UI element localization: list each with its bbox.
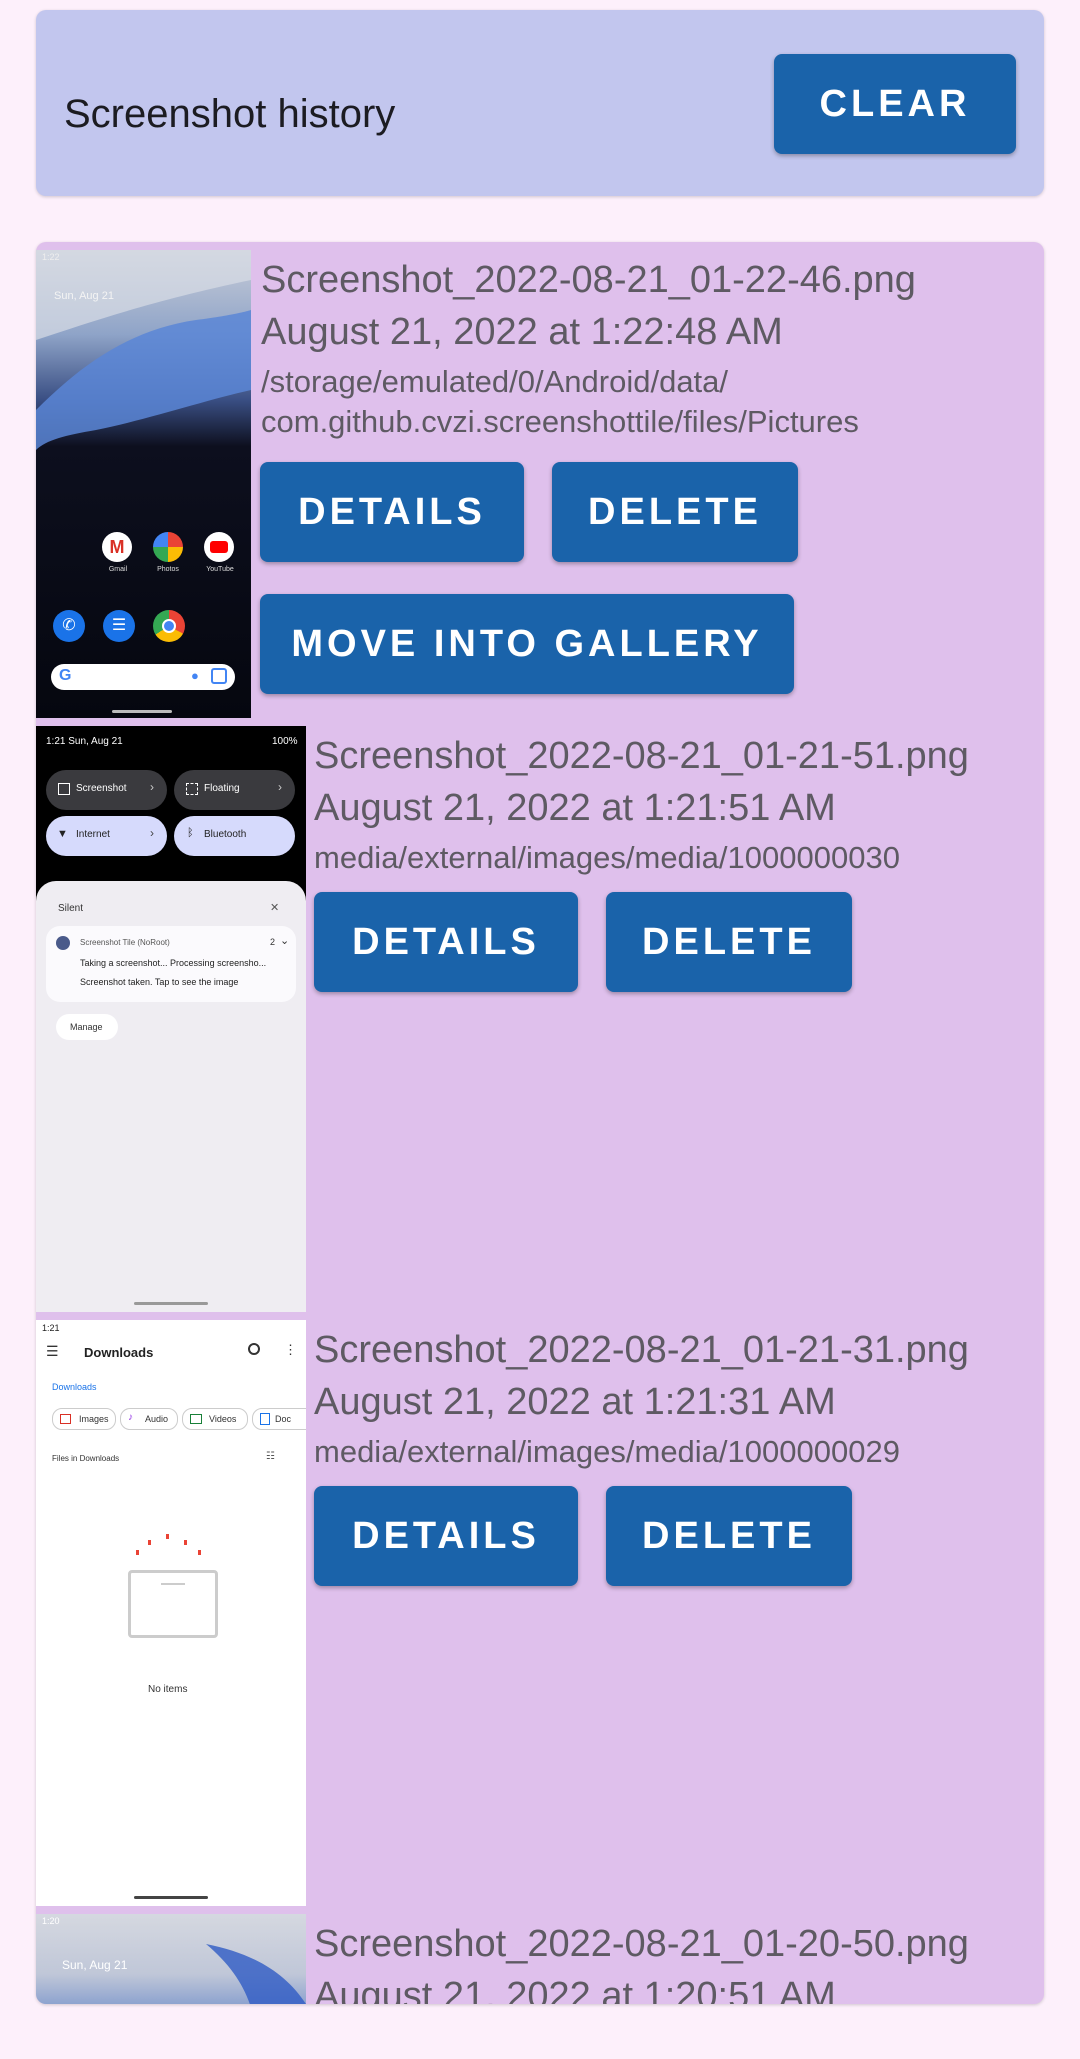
- status-time: 1:21: [42, 1323, 60, 1333]
- empty-folder-icon: [128, 1570, 218, 1638]
- file-path: /storage/emulated/0/Android/data/: [261, 364, 729, 399]
- phone-icon: ✆: [53, 610, 85, 642]
- chevron-right-icon: ›: [150, 826, 154, 840]
- search-bar: G ●: [51, 664, 235, 690]
- file-date: August 21, 2022 at 1:21:31 AM: [314, 1381, 836, 1423]
- tile-internet: ▼ Internet ›: [46, 816, 167, 856]
- gmail-icon: M: [102, 532, 132, 562]
- photos-icon: [153, 532, 183, 562]
- video-icon: [190, 1414, 202, 1424]
- page-title: Screenshot history: [64, 92, 396, 136]
- battery-level: 100%: [272, 736, 298, 747]
- wallpaper-art: [36, 250, 251, 450]
- filter-chip-videos: Videos: [182, 1408, 248, 1430]
- nav-handle: [112, 710, 172, 713]
- nav-handle: [134, 1302, 208, 1305]
- app-label: Gmail: [108, 566, 128, 573]
- details-button[interactable]: DETAILS: [260, 462, 524, 562]
- file-date: August 21, 2022 at 1:20:51 AM: [314, 1975, 836, 2004]
- close-icon: ✕: [270, 902, 280, 914]
- item-info: Screenshot_2022-08-21_01-20-50.png Augus…: [314, 1918, 969, 2004]
- manage-chip: Manage: [56, 1014, 118, 1040]
- file-path: media/external/images/media/1000000029: [314, 1434, 900, 1469]
- item-info: Screenshot_2022-08-21_01-21-51.png Augus…: [314, 730, 969, 878]
- youtube-icon: [204, 532, 234, 562]
- empty-state-text: No items: [148, 1684, 188, 1695]
- file-name: Screenshot_2022-08-21_01-20-50.png: [314, 1923, 969, 1965]
- tile-bluetooth: ᛒ Bluetooth: [174, 816, 295, 856]
- more-icon: ⋮: [284, 1342, 297, 1357]
- app-label: YouTube: [206, 566, 234, 573]
- filter-chip-images: Images: [52, 1408, 116, 1430]
- wifi-icon: ▼: [57, 828, 68, 840]
- chevron-right-icon: ›: [150, 780, 154, 794]
- section-label: Files in Downloads: [52, 1454, 120, 1463]
- file-date: August 21, 2022 at 1:22:48 AM: [261, 311, 783, 353]
- list-item: 1:22 Sun, Aug 21 M Gmail Photos YouTube …: [36, 250, 1044, 718]
- chevron-down-icon: ⌄: [280, 935, 290, 947]
- screenshot-thumbnail[interactable]: 1:20 Sun, Aug 21: [36, 1914, 306, 2004]
- details-button[interactable]: DETAILS: [314, 892, 578, 992]
- file-name: Screenshot_2022-08-21_01-22-46.png: [261, 259, 916, 301]
- move-into-gallery-button[interactable]: MOVE INTO GALLERY: [260, 594, 794, 694]
- delete-button[interactable]: DELETE: [552, 462, 798, 562]
- doc-icon: [260, 1413, 270, 1425]
- thumb-date: Sun, Aug 21: [54, 290, 114, 302]
- status-time: 1:22: [42, 252, 60, 262]
- breadcrumb: Downloads: [52, 1382, 97, 1392]
- bluetooth-icon: ᛒ: [187, 827, 194, 839]
- app-bar-title: Downloads: [84, 1345, 154, 1360]
- mic-icon: ●: [191, 668, 199, 683]
- chevron-right-icon: ›: [278, 780, 282, 794]
- tile-floating: Floating ›: [174, 770, 295, 810]
- chrome-icon: [153, 610, 185, 642]
- silent-label: Silent: [58, 903, 84, 914]
- music-icon: ♪: [128, 1412, 133, 1423]
- messages-icon: ☰: [103, 610, 135, 642]
- screenshot-thumbnail[interactable]: 1:21 ☰ Downloads ⋮ Downloads Images ♪ Au…: [36, 1320, 306, 1906]
- nav-handle: [134, 1896, 208, 1899]
- delete-button[interactable]: DELETE: [606, 1486, 852, 1586]
- list-item: 1:20 Sun, Aug 21 Screenshot_2022-08-21_0…: [36, 1914, 1044, 2004]
- header-card: Screenshot history CLEAR: [36, 10, 1044, 196]
- filter-chip-docs: Doc: [252, 1408, 306, 1430]
- status-time: 1:21 Sun, Aug 21: [46, 736, 123, 747]
- filter-chip-audio: ♪ Audio: [120, 1408, 178, 1430]
- floating-icon: [186, 783, 198, 795]
- list-view-icon: ☷: [266, 1451, 275, 1462]
- clear-button[interactable]: CLEAR: [774, 54, 1016, 154]
- item-info: Screenshot_2022-08-21_01-21-31.png Augus…: [314, 1324, 969, 1472]
- file-name: Screenshot_2022-08-21_01-21-31.png: [314, 1329, 969, 1371]
- file-name: Screenshot_2022-08-21_01-21-51.png: [314, 735, 969, 777]
- app-icon: [56, 936, 70, 950]
- search-icon: [248, 1343, 260, 1355]
- loading-dots: [132, 1530, 212, 1566]
- status-time: 1:20: [42, 1916, 60, 1926]
- notification-card: Screenshot Tile (NoRoot) 2 ⌄ Taking a sc…: [46, 926, 296, 1002]
- list-item: 1:21 ☰ Downloads ⋮ Downloads Images ♪ Au…: [36, 1320, 1044, 1906]
- delete-button[interactable]: DELETE: [606, 892, 852, 992]
- list-item: 1:21 Sun, Aug 21 100% Screenshot › Float…: [36, 726, 1044, 1312]
- thumb-date: Sun, Aug 21: [62, 1958, 128, 1972]
- screenshot-thumbnail[interactable]: 1:22 Sun, Aug 21 M Gmail Photos YouTube …: [36, 250, 251, 718]
- file-path: com.github.cvzi.screenshottile/files/Pic…: [261, 404, 859, 439]
- menu-icon: ☰: [46, 1343, 59, 1359]
- screenshot-icon: [58, 783, 70, 795]
- details-button[interactable]: DETAILS: [314, 1486, 578, 1586]
- google-icon: G: [59, 667, 72, 684]
- file-date: August 21, 2022 at 1:21:51 AM: [314, 787, 836, 829]
- file-path: media/external/images/media/1000000030: [314, 840, 900, 875]
- app-label: Photos: [157, 566, 179, 573]
- lens-icon: [211, 668, 227, 684]
- item-info: Screenshot_2022-08-21_01-22-46.png Augus…: [261, 254, 916, 442]
- tile-screenshot: Screenshot ›: [46, 770, 167, 810]
- screenshot-list[interactable]: 1:22 Sun, Aug 21 M Gmail Photos YouTube …: [36, 242, 1044, 2004]
- screenshot-thumbnail[interactable]: 1:21 Sun, Aug 21 100% Screenshot › Float…: [36, 726, 306, 1312]
- image-icon: [60, 1414, 71, 1424]
